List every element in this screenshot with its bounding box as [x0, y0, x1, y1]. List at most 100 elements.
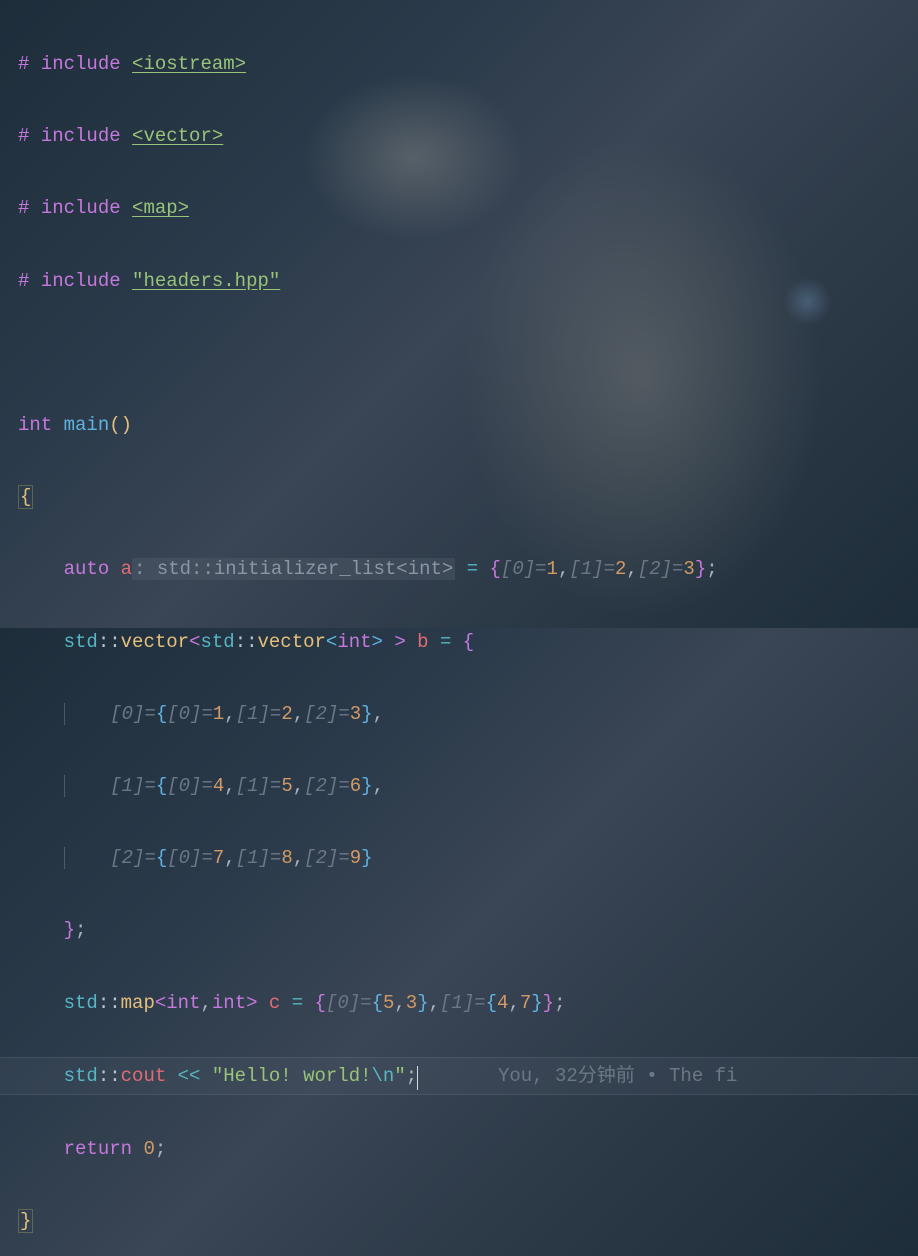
- number-literal: 7: [520, 992, 531, 1014]
- inlay-eq: =: [672, 558, 683, 580]
- type-name: int: [212, 992, 246, 1014]
- inlay-eq: =: [201, 847, 212, 869]
- auto-keyword: auto: [64, 558, 110, 580]
- blank-line: [18, 335, 918, 371]
- inlay-colon: :: [134, 558, 145, 580]
- inlay-index: [1]: [236, 775, 270, 797]
- number-literal: 8: [281, 847, 292, 869]
- include-keyword: include: [41, 270, 121, 292]
- close-brace: }: [18, 1209, 33, 1233]
- close-brace-line: };: [18, 912, 918, 948]
- inlay-eq: =: [270, 703, 281, 725]
- preprocessor-hash: #: [18, 270, 29, 292]
- brace-line: }: [18, 1203, 918, 1239]
- assign-op: =: [440, 631, 451, 653]
- number-literal: 4: [213, 775, 224, 797]
- header-name[interactable]: <vector>: [132, 125, 223, 147]
- brace-line: {: [18, 479, 918, 515]
- class-name: vector: [258, 631, 326, 653]
- inlay-index: [0]: [167, 847, 201, 869]
- number-literal: 9: [350, 847, 361, 869]
- include-line: # include <vector>: [18, 118, 918, 154]
- number-literal: 6: [350, 775, 361, 797]
- inlay-eq: =: [338, 703, 349, 725]
- header-name[interactable]: <map>: [132, 197, 189, 219]
- inlay-eq: =: [144, 847, 155, 869]
- initializer-row: [1]={[0]=4,[1]=5,[2]=6},: [18, 768, 918, 804]
- paren-close: ): [121, 414, 132, 436]
- paren-open: (: [109, 414, 120, 436]
- number-literal: 5: [383, 992, 394, 1014]
- function-signature: int main(): [18, 407, 918, 443]
- variable-name: a: [121, 558, 132, 580]
- include-line: # include <iostream>: [18, 46, 918, 82]
- inlay-index: [2]: [110, 847, 144, 869]
- code-editor-content[interactable]: # include <iostream> # include <vector> …: [18, 10, 918, 1256]
- inlay-index: [0]: [326, 992, 360, 1014]
- namespace: std: [200, 631, 234, 653]
- include-line: # include <map>: [18, 190, 918, 226]
- inlay-index: [1]: [236, 847, 270, 869]
- initializer-row: [2]={[0]=7,[1]=8,[2]=9}: [18, 840, 918, 876]
- preprocessor-hash: #: [18, 125, 29, 147]
- inlay-eq: =: [535, 558, 546, 580]
- brace-open: {: [156, 703, 167, 725]
- class-name: map: [121, 992, 155, 1014]
- type-name: int: [337, 631, 371, 653]
- inlay-index: [1]: [236, 703, 270, 725]
- return-type: int: [18, 414, 52, 436]
- inlay-eq: =: [144, 703, 155, 725]
- number-literal: 3: [683, 558, 694, 580]
- header-name[interactable]: <iostream>: [132, 53, 246, 75]
- assign-op: =: [467, 558, 478, 580]
- inlay-index: [1]: [569, 558, 603, 580]
- number-literal: 2: [615, 558, 626, 580]
- number-literal: 3: [406, 992, 417, 1014]
- brace-open: {: [156, 775, 167, 797]
- inlay-eq: =: [201, 775, 212, 797]
- brace-close: }: [361, 847, 372, 869]
- include-keyword: include: [41, 197, 121, 219]
- brace-close: }: [361, 775, 372, 797]
- inlay-hint[interactable]: : std::initializer_list<int>: [132, 558, 455, 580]
- header-name[interactable]: "headers.hpp": [132, 270, 280, 292]
- inlay-eq: =: [604, 558, 615, 580]
- string-literal: "Hello! world!: [212, 1065, 372, 1087]
- number-literal: 7: [213, 847, 224, 869]
- number-literal: 1: [547, 558, 558, 580]
- number-literal: 3: [350, 703, 361, 725]
- number-literal: 4: [497, 992, 508, 1014]
- string-literal-end: ": [394, 1065, 405, 1087]
- inlay-eq: =: [270, 847, 281, 869]
- brace-open: {: [156, 847, 167, 869]
- vector-declaration: std::vector<std::vector<int> > b = {: [18, 624, 918, 660]
- variable-name: b: [417, 631, 428, 653]
- function-name: main: [64, 414, 110, 436]
- brace-open: {: [463, 631, 474, 653]
- class-name: vector: [121, 631, 189, 653]
- current-line: std::cout << "Hello! world!\n"; You, 32分…: [0, 1057, 918, 1095]
- inlay-eq: =: [338, 775, 349, 797]
- angle-close: >: [372, 631, 383, 653]
- git-blame-annotation[interactable]: You, 32分钟前 • The fi: [498, 1065, 737, 1087]
- initializer-row: [0]={[0]=1,[1]=2,[2]=3},: [18, 696, 918, 732]
- open-brace: {: [18, 485, 33, 509]
- inlay-eq: =: [144, 775, 155, 797]
- number-literal: 2: [281, 703, 292, 725]
- preprocessor-hash: #: [18, 53, 29, 75]
- return-statement: return 0;: [18, 1131, 918, 1167]
- inlay-index: [1]: [440, 992, 474, 1014]
- inlay-index: [2]: [304, 847, 338, 869]
- brace-close: }: [64, 919, 75, 941]
- preprocessor-hash: #: [18, 197, 29, 219]
- type-name: int: [166, 992, 200, 1014]
- inlay-type: std::initializer_list<int>: [157, 558, 453, 580]
- angle-open: <: [326, 631, 337, 653]
- brace-close: }: [361, 703, 372, 725]
- namespace: std: [64, 1065, 98, 1087]
- brace-open: {: [490, 558, 501, 580]
- inlay-index: [0]: [167, 775, 201, 797]
- cout-object: cout: [121, 1065, 167, 1087]
- number-literal: 5: [281, 775, 292, 797]
- text-cursor: [417, 1066, 418, 1090]
